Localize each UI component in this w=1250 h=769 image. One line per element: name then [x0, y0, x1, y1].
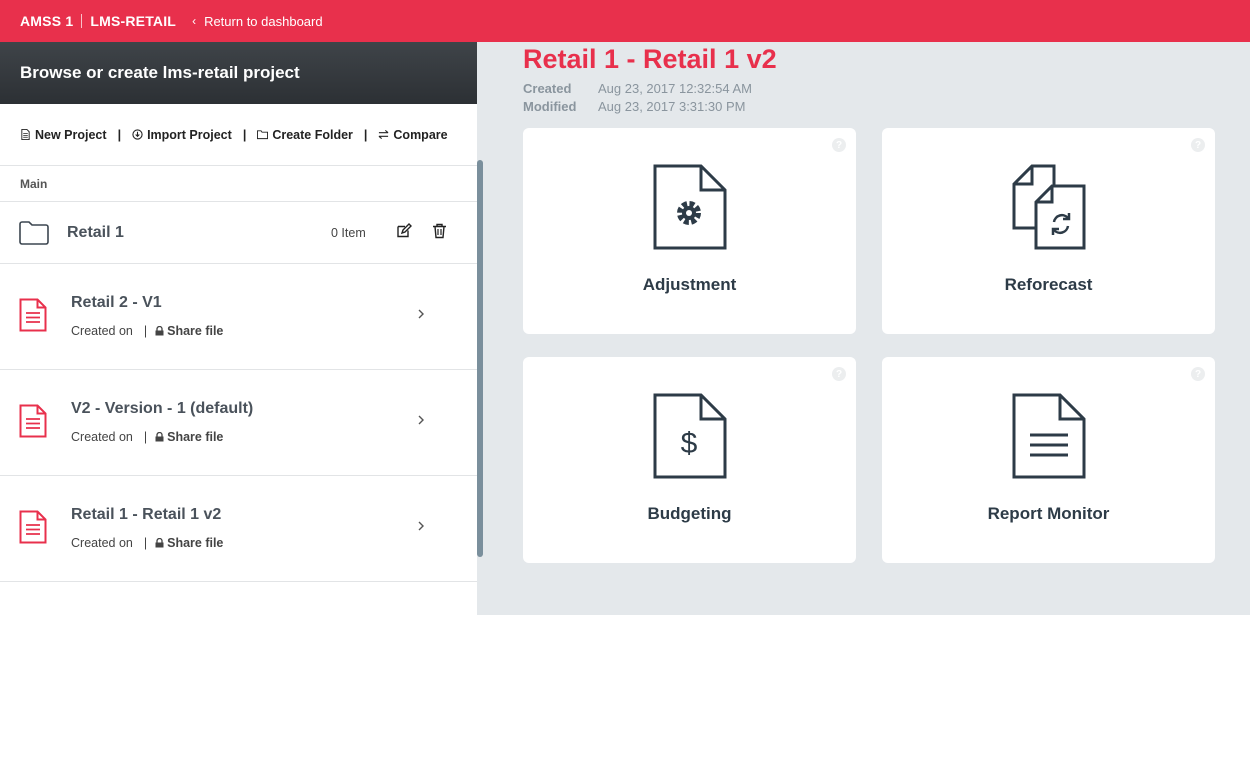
- folder-row[interactable]: Retail 1 0 Item: [0, 202, 483, 264]
- lock-icon: [155, 432, 164, 442]
- trash-icon[interactable]: [432, 223, 447, 244]
- chevron-left-icon: ‹: [192, 14, 197, 28]
- import-project-button[interactable]: Import Project: [132, 128, 232, 142]
- help-icon[interactable]: ?: [832, 138, 846, 152]
- document-icon: [19, 510, 47, 544]
- share-file-label: Share file: [167, 430, 224, 444]
- return-label: Return to dashboard: [204, 13, 323, 29]
- share-file-label: Share file: [167, 536, 224, 550]
- document-dollar-icon: $: [653, 393, 726, 479]
- import-project-label: Import Project: [147, 127, 232, 142]
- section-label: Main: [0, 166, 483, 202]
- new-project-button[interactable]: New Project: [20, 128, 107, 142]
- header-divider: [81, 14, 83, 28]
- help-icon[interactable]: ?: [1191, 367, 1205, 381]
- modified-label: Modified: [523, 99, 577, 114]
- project-browser: Browse or create lms-retail project New …: [0, 42, 483, 615]
- file-meta: Created on | Share file: [71, 324, 224, 338]
- document-icon: [19, 404, 47, 438]
- card-label: Reforecast: [1004, 275, 1093, 294]
- modified-value: Aug 23, 2017 3:31:30 PM: [598, 99, 746, 114]
- lock-icon: [155, 538, 164, 548]
- adjustment-card[interactable]: ? Adjustment: [523, 128, 856, 334]
- share-file-link[interactable]: Share file: [155, 430, 223, 444]
- document-gear-icon: [653, 164, 726, 250]
- list-item[interactable]: Retail 2 - V1 Created on | Share file: [0, 264, 483, 370]
- compare-icon: [378, 129, 389, 140]
- folder-icon: [19, 220, 49, 245]
- share-file-link[interactable]: Share file: [155, 536, 223, 550]
- file-title: V2 - Version - 1 (default): [71, 400, 254, 417]
- card-label: Budgeting: [647, 504, 732, 523]
- create-folder-button[interactable]: Create Folder: [257, 128, 353, 142]
- folder-icon: [257, 130, 269, 140]
- project-detail: Retail 1 - Retail 1 v2 Created Aug 23, 2…: [477, 42, 1250, 615]
- modified-row: Modified Aug 23, 2017 3:31:30 PM: [523, 99, 745, 114]
- edit-icon[interactable]: [396, 223, 412, 244]
- folder-name: Retail 1: [67, 223, 124, 241]
- new-project-label: New Project: [35, 127, 107, 142]
- compare-button[interactable]: Compare: [378, 127, 448, 142]
- created-on-label: Created on: [71, 430, 133, 444]
- file-icon: [21, 129, 30, 140]
- file-meta: Created on | Share file: [71, 430, 224, 444]
- document-icon: [19, 298, 47, 332]
- browser-title: Browse or create lms-retail project: [0, 42, 483, 104]
- share-file-label: Share file: [167, 324, 224, 338]
- chevron-right-icon: [418, 309, 424, 319]
- chevron-right-icon: [418, 415, 424, 425]
- list-scrollbar[interactable]: [477, 160, 483, 570]
- chevron-right-icon: [418, 521, 424, 531]
- created-label: Created: [523, 81, 572, 96]
- created-on-label: Created on: [71, 536, 133, 550]
- import-icon: [132, 129, 143, 140]
- created-value: Aug 23, 2017 12:32:54 AM: [598, 81, 752, 96]
- file-title: Retail 1 - Retail 1 v2: [71, 506, 222, 523]
- created-on-label: Created on: [71, 324, 133, 338]
- card-label: Report Monitor: [987, 504, 1110, 523]
- created-row: Created Aug 23, 2017 12:32:54 AM: [523, 81, 752, 96]
- file-title: Retail 2 - V1: [71, 294, 162, 311]
- list-item[interactable]: V2 - Version - 1 (default) Created on | …: [0, 370, 483, 476]
- top-bar: AMSS 1 LMS-RETAIL ‹ Return to dashboard: [0, 0, 1250, 42]
- share-file-link[interactable]: Share file: [155, 324, 223, 338]
- list-item[interactable]: Retail 1 - Retail 1 v2 Created on | Shar…: [0, 476, 483, 582]
- svg-text:$: $: [680, 427, 697, 460]
- report-monitor-card[interactable]: ? Report Monitor: [882, 357, 1215, 563]
- browser-toolbar: New Project | Import Project | Create Fo…: [0, 104, 483, 166]
- scrollbar-thumb[interactable]: [477, 160, 483, 557]
- document-lines-icon: [1012, 393, 1085, 479]
- help-icon[interactable]: ?: [832, 367, 846, 381]
- create-folder-label: Create Folder: [272, 127, 353, 142]
- reforecast-card[interactable]: ? Reforecast: [882, 128, 1215, 334]
- return-to-dashboard-link[interactable]: ‹ Return to dashboard: [192, 14, 323, 29]
- page-title: Retail 1 - Retail 1 v2: [523, 44, 777, 74]
- lock-icon: [155, 326, 164, 336]
- card-label: Adjustment: [642, 275, 737, 294]
- help-icon[interactable]: ?: [1191, 138, 1205, 152]
- compare-label: Compare: [393, 127, 448, 142]
- app-name: AMSS 1: [20, 13, 74, 29]
- folder-item-count: 0 Item: [331, 225, 366, 240]
- budgeting-card[interactable]: ? $ Budgeting: [523, 357, 856, 563]
- file-meta: Created on | Share file: [71, 536, 224, 550]
- module-name: LMS-RETAIL: [90, 13, 177, 29]
- project-list: Retail 1 0 Item Retail 2 - V1 Created on…: [0, 202, 483, 582]
- documents-refresh-icon: [1012, 164, 1085, 250]
